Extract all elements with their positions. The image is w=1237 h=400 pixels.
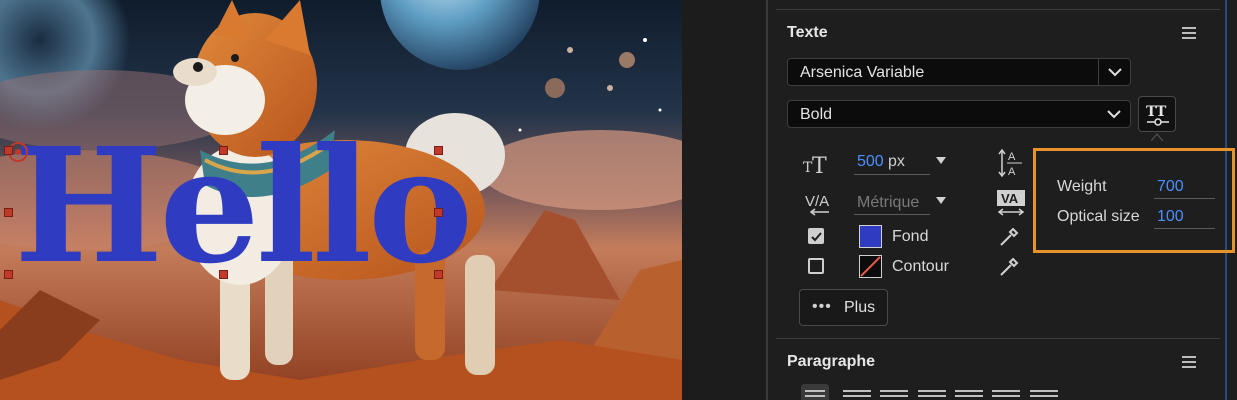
checkmark-icon	[811, 232, 822, 242]
align-right-button[interactable]	[880, 384, 908, 400]
hello-text-layer[interactable]: Hello	[14, 128, 473, 286]
fill-checkbox[interactable]	[808, 228, 824, 244]
weight-axis-value[interactable]: 700	[1157, 178, 1184, 196]
kerning-underline	[854, 214, 930, 215]
fill-label: Fond	[892, 228, 929, 245]
bounding-box-handle-bottom-center[interactable]	[219, 270, 228, 279]
stroke-checkbox[interactable]	[808, 258, 824, 274]
artwork-canvas[interactable]: Hello	[0, 0, 682, 400]
svg-text:A: A	[1008, 166, 1016, 178]
fill-eyedropper-icon[interactable]	[998, 226, 1020, 248]
weight-axis-underline	[1154, 198, 1215, 199]
align-center-button[interactable]	[843, 384, 871, 400]
justify-all-button[interactable]	[1030, 384, 1058, 400]
chevron-down-icon[interactable]	[1098, 101, 1130, 127]
panel-border	[766, 0, 768, 400]
tracking-icon: VA	[997, 190, 1025, 216]
kerning-dropdown-arrow[interactable]	[936, 197, 946, 204]
paragraph-section-title: Paragraphe	[787, 353, 876, 370]
bounding-box-handle-top-center[interactable]	[219, 146, 228, 155]
font-style-dropdown[interactable]: Bold	[787, 100, 1131, 128]
leading-icon: A A	[998, 148, 1022, 178]
optical-size-axis-label: Optical size	[1057, 208, 1140, 225]
no-color-slash-icon	[860, 256, 881, 277]
text-section-title: Texte	[787, 24, 828, 41]
svg-text:T: T	[812, 154, 827, 176]
font-family-dropdown[interactable]: Arsenica Variable	[787, 58, 1131, 86]
optical-size-axis-value[interactable]: 100	[1157, 208, 1184, 226]
optical-size-axis-underline	[1154, 228, 1215, 229]
font-size-value[interactable]: 500	[857, 153, 884, 171]
font-size-unit: px	[888, 153, 905, 170]
text-section-menu-icon[interactable]	[1182, 27, 1196, 42]
panel-gutter	[682, 0, 766, 400]
section-divider	[776, 338, 1220, 339]
justify-right-button[interactable]	[992, 384, 1020, 400]
svg-text:A: A	[1008, 151, 1016, 163]
stroke-label: Contour	[892, 258, 949, 275]
more-options-button[interactable]: ••• Plus	[799, 289, 888, 326]
font-size-icon: T T	[803, 154, 827, 176]
bounding-box-handle-top-left[interactable]	[4, 146, 13, 155]
bounding-box-handle-bottom-left[interactable]	[4, 270, 13, 279]
kerning-icon: V/A	[805, 193, 829, 216]
paragraph-section-menu-icon[interactable]	[1182, 356, 1196, 371]
justify-left-button[interactable]	[918, 384, 946, 400]
font-style-value: Bold	[800, 106, 833, 123]
variable-font-axes-button[interactable]: TT	[1138, 96, 1176, 132]
svg-text:VA: VA	[1001, 191, 1019, 206]
bounding-box-handle-bottom-right[interactable]	[434, 270, 443, 279]
bounding-box-handle-top-right[interactable]	[434, 146, 443, 155]
font-size-dropdown-arrow[interactable]	[936, 157, 946, 164]
font-size-underline	[854, 174, 930, 175]
weight-axis-label: Weight	[1057, 178, 1107, 195]
more-options-label: Plus	[844, 299, 876, 316]
popover-pointer	[1151, 133, 1163, 141]
more-dots-icon: •••	[812, 298, 832, 315]
fill-color-swatch[interactable]	[859, 225, 882, 248]
align-left-button[interactable]	[801, 384, 829, 400]
variable-axes-popover	[1033, 148, 1235, 253]
chevron-down-icon[interactable]	[1098, 59, 1130, 85]
svg-text:V/A: V/A	[805, 193, 829, 210]
bounding-box-handle-middle-left[interactable]	[4, 208, 13, 217]
variable-font-icon: TT	[1146, 104, 1169, 126]
justify-center-button[interactable]	[955, 384, 983, 400]
kerning-value[interactable]: Métrique	[857, 194, 919, 212]
stroke-eyedropper-icon[interactable]	[998, 256, 1020, 278]
top-divider	[776, 9, 1220, 10]
bounding-box-handle-middle-right[interactable]	[434, 208, 443, 217]
font-family-value: Arsenica Variable	[800, 64, 925, 81]
stroke-color-swatch[interactable]	[859, 255, 882, 278]
svg-text:TT: TT	[1146, 104, 1167, 120]
